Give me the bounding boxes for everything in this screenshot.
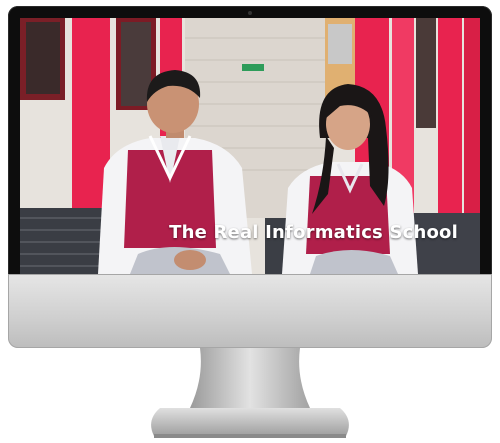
- monitor-stand: [151, 348, 349, 438]
- monitor-chin: [8, 274, 492, 348]
- exit-sign: [242, 64, 264, 71]
- webcam-icon: [248, 11, 252, 15]
- video-title-overlay: The Real Informatics School: [169, 222, 458, 243]
- desktop-monitor: The Real Informatics School: [0, 0, 500, 443]
- monitor-screen: The Real Informatics School: [20, 18, 480, 274]
